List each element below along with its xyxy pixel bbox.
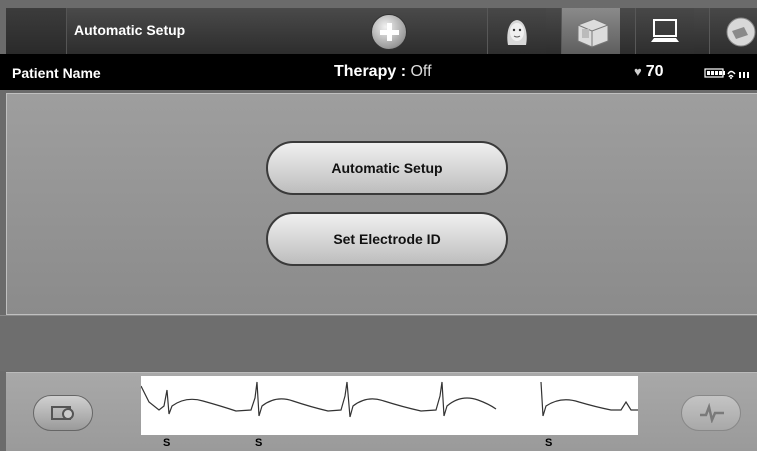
app-screen: Automatic Setup Patient Name Therapy: O…	[0, 0, 757, 451]
ecg-trace	[141, 376, 638, 435]
settings-icon	[726, 17, 756, 47]
patient-name[interactable]: Patient Name	[12, 65, 101, 81]
message-strip	[0, 315, 757, 371]
automatic-setup-button[interactable]: Automatic Setup	[266, 141, 508, 195]
battery-icon	[704, 68, 725, 78]
add-icon[interactable]	[371, 14, 407, 50]
camera-button[interactable]	[33, 395, 93, 431]
therapy-value: Off	[410, 63, 432, 80]
ecg-markers: S S S	[141, 436, 638, 451]
signal-icon	[739, 72, 749, 78]
camera-icon	[51, 406, 74, 420]
heart-rate-value: 70	[645, 63, 664, 80]
heart-icon: ♥	[634, 64, 642, 79]
patient-bar: Patient Name Therapy : Off ♥ 70	[0, 54, 757, 90]
top-bar: Automatic Setup	[6, 8, 757, 54]
ecg-waveform	[141, 381, 497, 418]
setup-panel	[6, 93, 757, 315]
monitor-icon	[651, 19, 679, 42]
tab-electrode-pads[interactable]	[561, 8, 620, 54]
status-indicators	[704, 68, 749, 79]
tab-monitor[interactable]	[635, 8, 694, 54]
tab-patient[interactable]	[487, 8, 546, 54]
ecg-marker: S	[545, 437, 553, 449]
ecg-marker: S	[163, 437, 171, 449]
patient-face-icon	[507, 20, 527, 45]
home-segment[interactable]	[6, 8, 67, 54]
ecg-wave-icon	[700, 403, 724, 423]
therapy-label: Therapy :	[334, 63, 407, 80]
analyze-button[interactable]	[681, 395, 741, 431]
screen-title: Automatic Setup	[74, 22, 186, 38]
electrode-pads-icon	[577, 18, 609, 48]
ecg-waveform-2	[540, 381, 638, 417]
tab-settings[interactable]	[709, 8, 757, 54]
heart-rate: ♥ 70	[634, 63, 664, 81]
therapy-status: Therapy : Off	[334, 63, 432, 81]
wireless-icon	[727, 70, 736, 79]
set-electrode-id-button[interactable]: Set Electrode ID	[266, 212, 508, 266]
ecg-marker: S	[255, 437, 263, 449]
